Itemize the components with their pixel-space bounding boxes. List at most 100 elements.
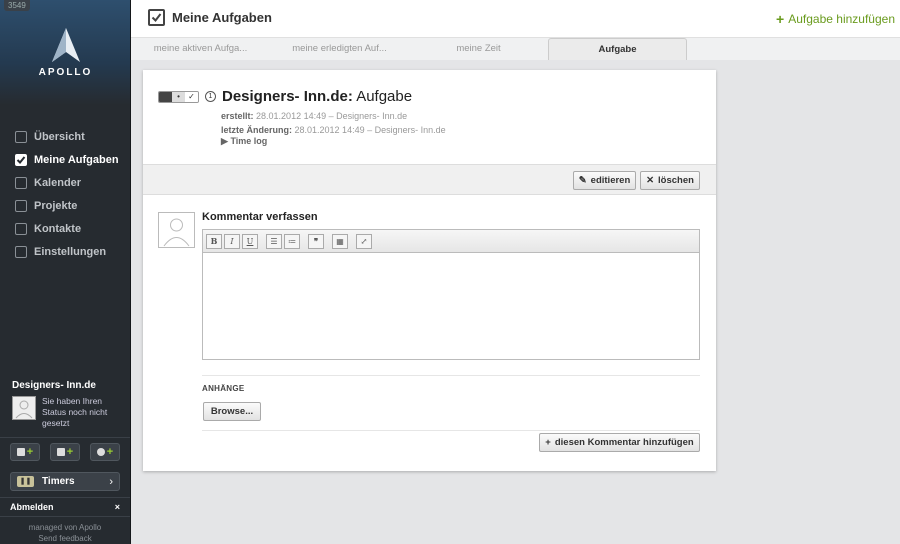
status-open[interactable]: [159, 91, 172, 102]
edit-label: editieren: [590, 175, 631, 186]
time-log-toggle[interactable]: ▶ Time log: [221, 136, 267, 147]
tab-task[interactable]: Aufgabe: [548, 38, 687, 60]
attachments-label: ANHÄNGE: [202, 384, 245, 393]
status-toggle[interactable]: • ✓: [158, 90, 199, 103]
triangle-right-icon: ▶: [221, 136, 228, 146]
plus-icon: +: [545, 437, 551, 448]
page-title-text: Meine Aufgaben: [172, 10, 272, 25]
settings-icon: [15, 245, 27, 258]
browse-button[interactable]: Browse...: [203, 402, 261, 421]
task-toolbar: ✎ editieren ✕ löschen: [143, 164, 716, 195]
nav-label: Kalender: [34, 176, 82, 189]
task-icon: [16, 448, 25, 456]
tab-active-tasks[interactable]: meine aktiven Aufga...: [131, 38, 270, 60]
avatar: [158, 212, 195, 248]
plus-icon: +: [776, 11, 785, 27]
contacts-icon: [15, 222, 27, 235]
nav-item-kontakte[interactable]: Kontakte: [0, 217, 130, 240]
add-task-label: Aufgabe hinzufügen: [788, 12, 895, 26]
time-log-label: Time log: [230, 136, 268, 146]
divider: [0, 516, 130, 517]
nav-item-uebersicht[interactable]: Übersicht: [0, 125, 130, 148]
apollo-logo[interactable]: APOLLO: [0, 28, 131, 78]
logo-text: APOLLO: [38, 67, 93, 78]
nav-label: Projekte: [34, 199, 78, 212]
quick-add-time-button[interactable]: +: [90, 443, 120, 461]
send-feedback-link[interactable]: Send feedback: [0, 533, 130, 544]
delete-button[interactable]: ✕ löschen: [640, 171, 700, 190]
underline-button[interactable]: U: [242, 233, 258, 249]
user-name[interactable]: Designers- Inn.de: [12, 380, 118, 391]
clock-icon: [96, 448, 105, 456]
divider: [0, 437, 130, 438]
version-badge: 3549: [4, 0, 30, 11]
tab-my-time[interactable]: meine Zeit: [409, 38, 548, 60]
managed-by-text: managed von Apollo: [28, 523, 102, 532]
user-box: Designers- Inn.de Sie haben Ihren Status…: [0, 380, 130, 429]
plus-icon: +: [66, 446, 74, 458]
nav-item-meine-aufgaben[interactable]: Meine Aufgaben: [0, 148, 130, 171]
status-done[interactable]: ✓: [185, 91, 198, 102]
quick-add-event-button[interactable]: +: [50, 443, 80, 461]
task-title: Designers- Inn.de: Aufgabe: [222, 88, 412, 105]
bold-button[interactable]: B: [206, 233, 222, 249]
quick-add-bar: + + +: [10, 443, 120, 461]
created-label: erstellt:: [221, 111, 254, 121]
nav-label: Meine Aufgaben: [34, 153, 119, 166]
add-comment-button[interactable]: + diesen Kommentar hinzufügen: [539, 433, 700, 452]
bullet-list-button[interactable]: ≔: [284, 233, 300, 249]
editor-toolbar: B I U ☰ ≔ ❞ ▦ ⤢: [203, 230, 699, 253]
calendar-icon: [56, 448, 65, 456]
timers-button[interactable]: ❚❚ Timers ›: [10, 472, 120, 491]
checkbox-icon: [15, 153, 27, 166]
page-header: Meine Aufgaben + Aufgabe hinzufügen mein…: [131, 0, 900, 60]
nav-label: Übersicht: [34, 130, 85, 143]
delete-label: löschen: [658, 175, 694, 186]
edit-button[interactable]: ✎ editieren: [573, 171, 636, 190]
nav-item-einstellungen[interactable]: Einstellungen: [0, 240, 130, 263]
add-comment-label: diesen Kommentar hinzufügen: [554, 437, 694, 448]
close-icon: ×: [114, 502, 120, 512]
plus-icon: +: [26, 446, 34, 458]
created-value: 28.01.2012 14:49 – Designers- Inn.de: [256, 111, 408, 121]
logout-button[interactable]: Abmelden ×: [0, 502, 130, 512]
nav-item-kalender[interactable]: Kalender: [0, 171, 130, 194]
timers-label: Timers: [42, 476, 75, 487]
logout-label: Abmelden: [10, 502, 54, 512]
avatar[interactable]: [12, 396, 36, 420]
quick-add-task-button[interactable]: +: [10, 443, 40, 461]
plus-icon: +: [106, 446, 114, 458]
ordered-list-button[interactable]: ☰: [266, 233, 282, 249]
changed-value: 28.01.2012 14:49 – Designers- Inn.de: [294, 125, 446, 135]
paste-text-button[interactable]: ▦: [332, 233, 348, 249]
italic-button[interactable]: I: [224, 233, 240, 249]
nav-item-projekte[interactable]: Projekte: [0, 194, 130, 217]
checkbox-icon: [148, 9, 165, 26]
comment-textarea[interactable]: [203, 253, 699, 359]
dashboard-icon: [15, 130, 27, 143]
close-icon: ✕: [646, 175, 655, 186]
divider: [202, 430, 700, 431]
nav-label: Kontakte: [34, 222, 82, 235]
fullscreen-button[interactable]: ⤢: [356, 233, 372, 249]
footer-links: managed von Apollo Send feedback: [0, 522, 130, 544]
calendar-icon: [15, 176, 27, 189]
divider: [0, 497, 130, 498]
tab-completed-tasks[interactable]: meine erledigten Auf...: [270, 38, 409, 60]
task-card: • ✓ 1 Designers- Inn.de: Aufgabe erstell…: [143, 70, 716, 471]
tab-bar: meine aktiven Aufga... meine erledigten …: [131, 37, 900, 60]
apollo-rocket-icon: [51, 28, 80, 62]
comment-editor: B I U ☰ ≔ ❞ ▦ ⤢: [202, 229, 700, 360]
task-header: • ✓ 1 Designers- Inn.de: Aufgabe: [158, 88, 412, 105]
quote-button[interactable]: ❞: [308, 233, 324, 249]
changed-label: letzte Änderung:: [221, 125, 292, 135]
task-project[interactable]: Designers- Inn.de:: [222, 88, 353, 105]
add-task-button[interactable]: + Aufgabe hinzufügen: [776, 11, 895, 27]
nav-label: Einstellungen: [34, 245, 107, 258]
user-status[interactable]: Sie haben Ihren Status noch nicht gesetz…: [42, 396, 118, 429]
comment-heading: Kommentar verfassen: [202, 211, 318, 223]
priority-icon[interactable]: 1: [205, 91, 216, 102]
status-progress[interactable]: •: [172, 91, 185, 102]
divider: [202, 375, 700, 376]
page-title: Meine Aufgaben: [148, 9, 272, 26]
